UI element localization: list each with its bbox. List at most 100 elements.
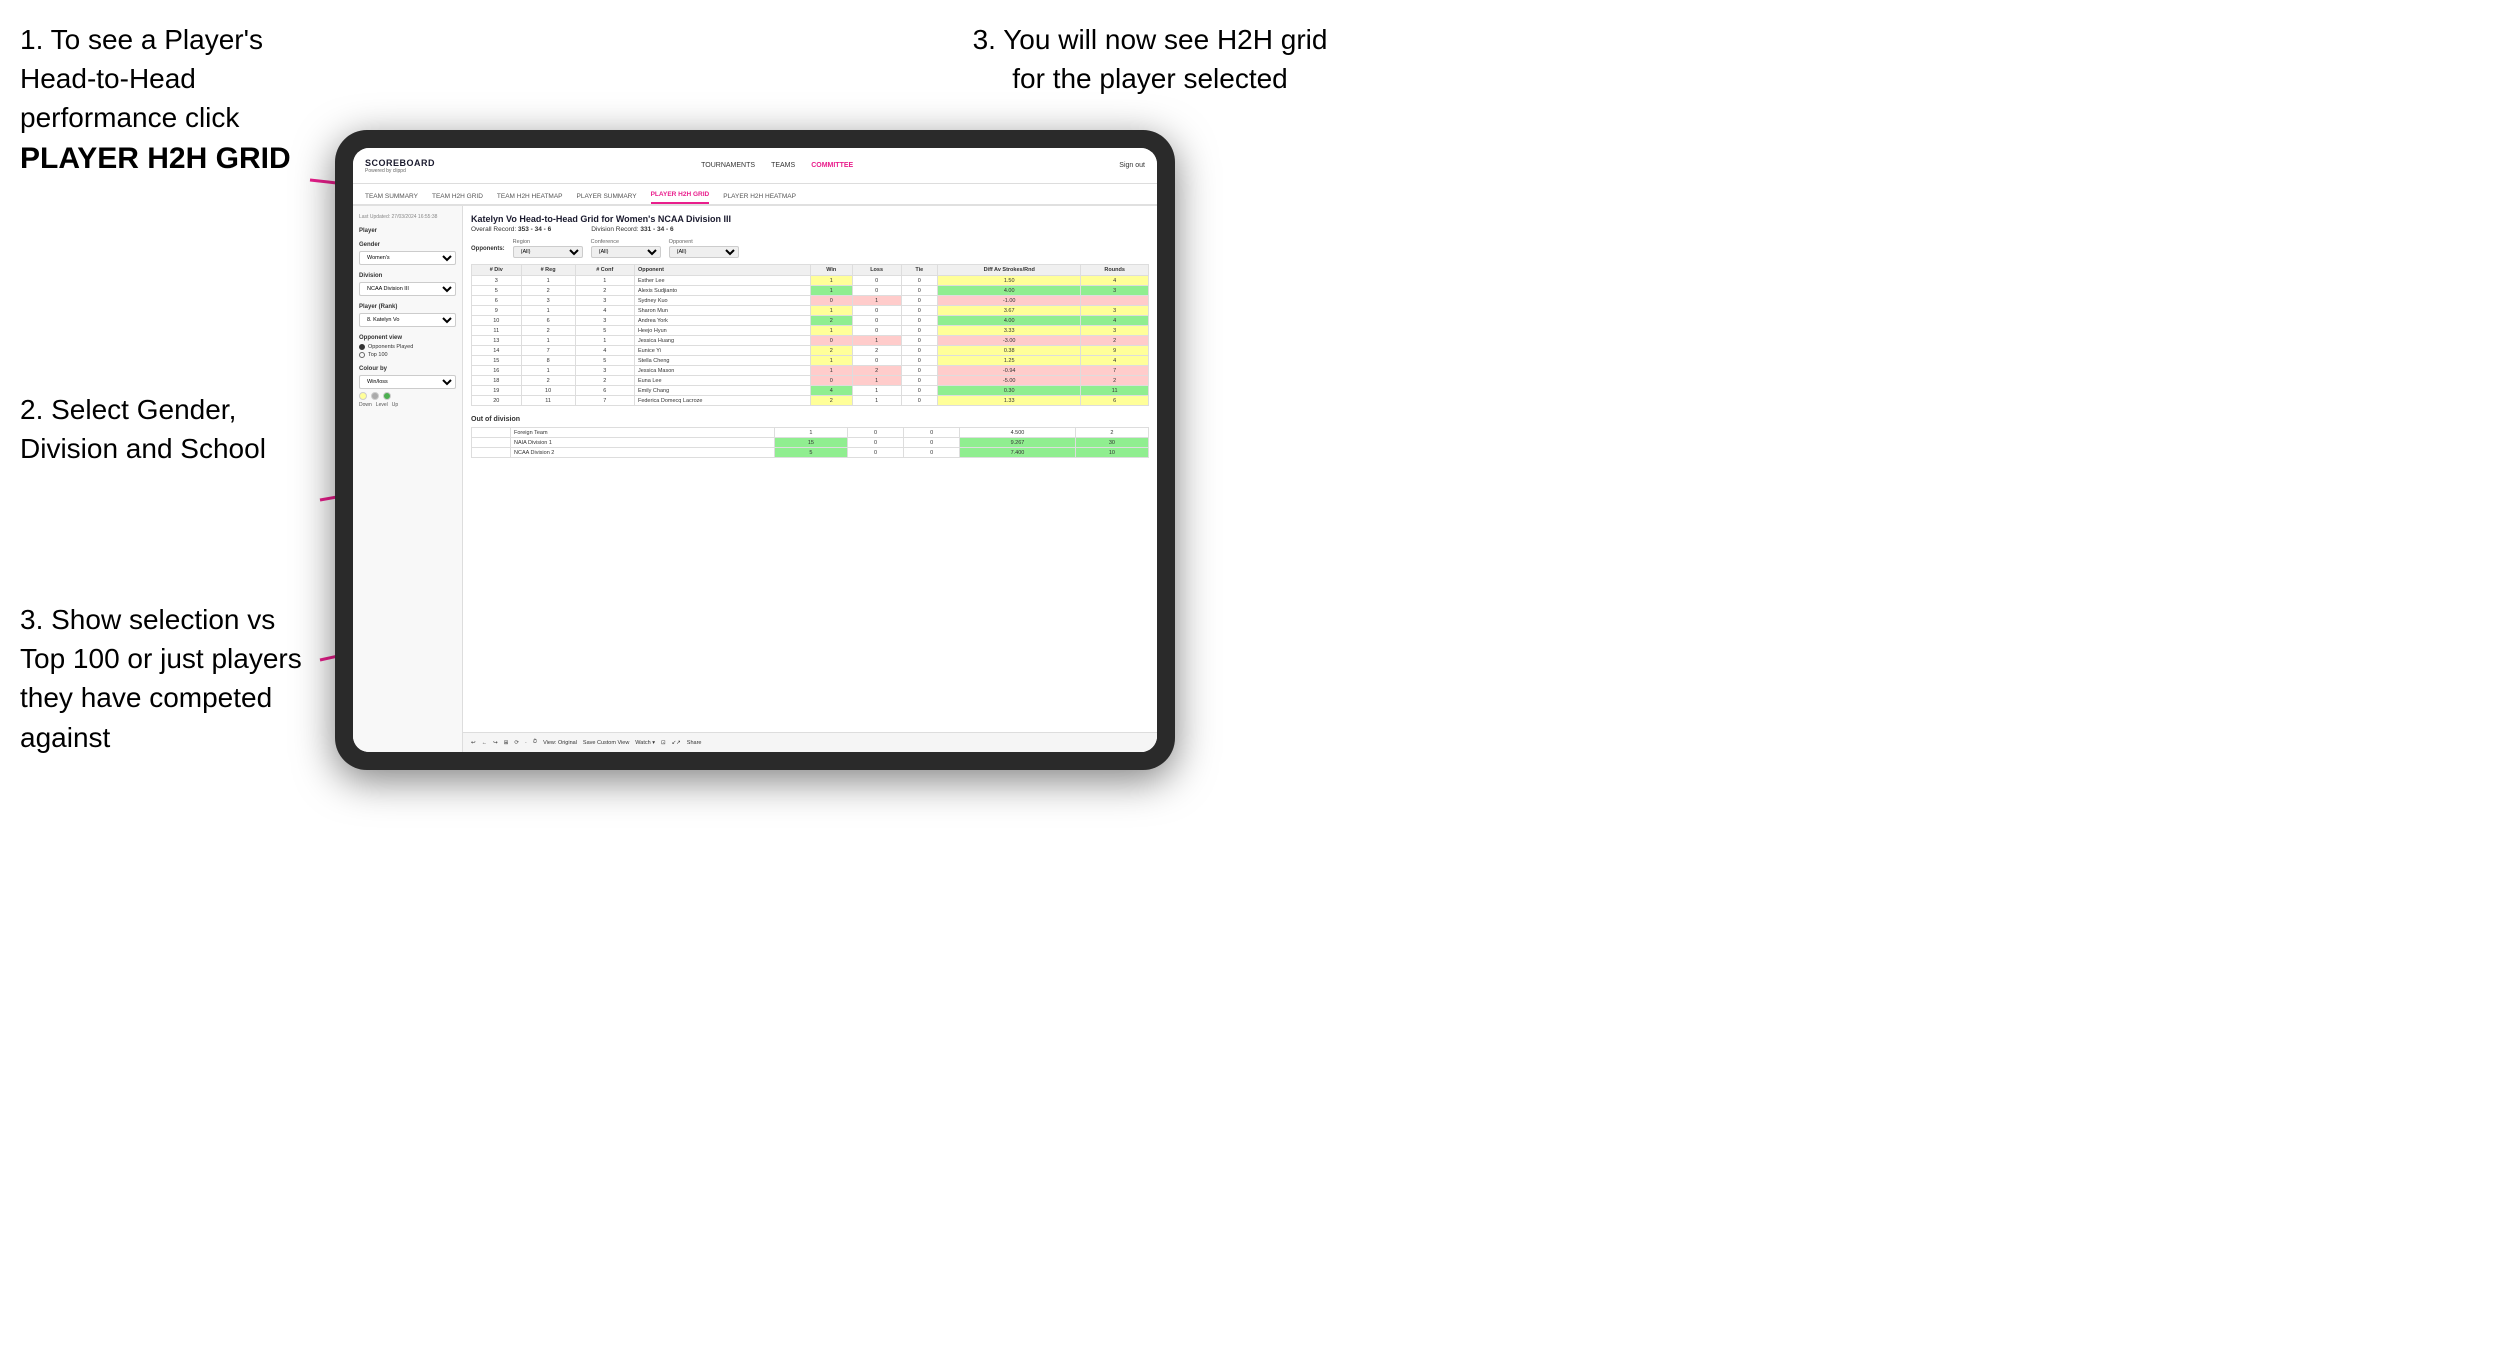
tablet-device: SCOREBOARD Powered by clippd TOURNAMENTS…	[335, 130, 1175, 770]
col-reg: # Reg	[521, 265, 575, 276]
sidebar-gender-section: Gender Women's	[359, 242, 456, 265]
sidebar-division-label: Division	[359, 273, 456, 279]
filter-region-select[interactable]: (All)	[513, 246, 583, 258]
instruction-3-top: 3. You will now see H2H grid for the pla…	[900, 20, 1400, 98]
footer-view-original[interactable]: View: Original	[543, 740, 577, 746]
filter-opponent: Opponent (All)	[669, 239, 739, 258]
table-row: 1585Stella Cheng1001.254	[472, 356, 1149, 366]
tablet-screen: SCOREBOARD Powered by clippd TOURNAMENTS…	[353, 148, 1157, 752]
sidebar-timestamp: Last Updated: 27/03/2024 16:55:38	[359, 214, 456, 220]
col-win: Win	[810, 265, 852, 276]
filter-opponent-select[interactable]: (All)	[669, 246, 739, 258]
main-content: Last Updated: 27/03/2024 16:55:38 Player…	[353, 206, 1157, 752]
nav-teams[interactable]: TEAMS	[771, 162, 795, 169]
sub-nav-team-h2h-heatmap[interactable]: TEAM H2H HEATMAP	[497, 193, 563, 204]
colour-dots	[359, 392, 456, 400]
sidebar-colour-section: Colour by Win/loss Down Level Up	[359, 366, 456, 408]
col-conf: # Conf	[575, 265, 634, 276]
col-loss: Loss	[852, 265, 901, 276]
colour-dot-up	[383, 392, 391, 400]
nav-tournaments[interactable]: TOURNAMENTS	[701, 162, 755, 169]
sidebar-gender-label: Gender	[359, 242, 456, 248]
grid-title: Katelyn Vo Head-to-Head Grid for Women's…	[471, 214, 1149, 224]
table-row: 1063Andrea York2004.004	[472, 316, 1149, 326]
colour-dot-down	[359, 392, 367, 400]
table-row: 20117Federica Domecq Lacroze2101.336	[472, 396, 1149, 406]
table-row: 1822Euna Lee010-5.002	[472, 376, 1149, 386]
footer-grid[interactable]: ⊞	[504, 740, 509, 746]
radio-group: Opponents Played Top 100	[359, 344, 456, 358]
sub-nav-team-summary[interactable]: TEAM SUMMARY	[365, 193, 418, 204]
footer-share[interactable]: Share	[687, 740, 702, 746]
grid-records: Overall Record: 353 - 34 - 6 Division Re…	[471, 226, 1149, 233]
table-row: 914Sharon Mun1003.673	[472, 306, 1149, 316]
radio-opponents-played[interactable]: Opponents Played	[359, 344, 456, 350]
logo-area: SCOREBOARD Powered by clippd	[365, 158, 435, 174]
instruction-3-left: 3. Show selection vs Top 100 or just pla…	[20, 600, 310, 757]
sidebar-player-section: Player	[359, 228, 456, 234]
col-diff: Diff Av Strokes/Rnd	[938, 265, 1081, 276]
grid-area: Katelyn Vo Head-to-Head Grid for Women's…	[463, 206, 1157, 752]
top-nav: SCOREBOARD Powered by clippd TOURNAMENTS…	[353, 148, 1157, 184]
sidebar-gender-select[interactable]: Women's	[359, 251, 456, 265]
colour-labels: Down Level Up	[359, 402, 456, 408]
nav-sign-out[interactable]: Sign out	[1119, 162, 1145, 169]
table-row: NCAA Division 25007.40010	[472, 448, 1149, 458]
footer-watch[interactable]: Watch ▾	[635, 740, 655, 746]
sidebar-player-rank-section: Player (Rank) 8. Katelyn Vo	[359, 304, 456, 327]
sidebar: Last Updated: 27/03/2024 16:55:38 Player…	[353, 206, 463, 752]
footer-undoredo[interactable]: ⟳	[514, 740, 519, 746]
sidebar-colour-label: Colour by	[359, 366, 456, 372]
table-row: 633Sydney Kuo010-1.00	[472, 296, 1149, 306]
footer-layout[interactable]: ⊡	[661, 740, 666, 746]
footer-redo[interactable]: ↪	[493, 740, 498, 746]
filter-region: Region (All)	[513, 239, 583, 258]
sub-nav-player-h2h-grid[interactable]: PLAYER H2H GRID	[651, 191, 710, 204]
sidebar-player-rank-select[interactable]: 8. Katelyn Vo	[359, 313, 456, 327]
sub-nav-player-summary[interactable]: PLAYER SUMMARY	[577, 193, 637, 204]
table-row: 1311Jessica Huang010-3.002	[472, 336, 1149, 346]
filter-row: Opponents: Region (All) Conference (All)…	[471, 239, 1149, 258]
sidebar-division-section: Division NCAA Division III	[359, 273, 456, 296]
colour-dot-level	[371, 392, 379, 400]
nav-committee[interactable]: COMMITTEE	[811, 162, 853, 169]
footer-fullscreen[interactable]: ↙↗	[672, 740, 681, 746]
sub-nav: TEAM SUMMARY TEAM H2H GRID TEAM H2H HEAT…	[353, 184, 1157, 206]
footer-dot[interactable]: ·	[525, 740, 527, 746]
logo-text: SCOREBOARD	[365, 158, 435, 168]
opponents-label: Opponents:	[471, 246, 505, 252]
sidebar-player-rank-label: Player (Rank)	[359, 304, 456, 310]
out-of-division-label: Out of division	[471, 416, 1149, 423]
table-row: 522Alexis Sudjianto1004.003	[472, 286, 1149, 296]
out-of-division-table: Foreign Team1004.5002NAIA Division 11500…	[471, 427, 1149, 458]
sub-nav-team-h2h-grid[interactable]: TEAM H2H GRID	[432, 193, 483, 204]
sub-nav-player-h2h-heatmap[interactable]: PLAYER H2H HEATMAP	[723, 193, 796, 204]
footer-clock[interactable]: ⏱	[533, 739, 537, 746]
filter-conference-select[interactable]: (All)	[591, 246, 661, 258]
sidebar-colour-select[interactable]: Win/loss	[359, 375, 456, 389]
col-opponent: Opponent	[634, 265, 810, 276]
footer-bar: ↩ ← ↪ ⊞ ⟳ · ⏱ View: Original Save Custom…	[463, 732, 1157, 752]
table-row: Foreign Team1004.5002	[472, 428, 1149, 438]
table-row: 1613Jessica Mason120-0.947	[472, 366, 1149, 376]
logo-sub: Powered by clippd	[365, 168, 435, 174]
filter-conference: Conference (All)	[591, 239, 661, 258]
instruction-2: 2. Select Gender, Division and School	[20, 390, 310, 468]
table-row: 1474Eunice Yi2200.389	[472, 346, 1149, 356]
nav-links: TOURNAMENTS TEAMS COMMITTEE	[701, 162, 853, 169]
table-row: 19106Emily Chang4100.3011	[472, 386, 1149, 396]
footer-save-custom[interactable]: Save Custom View	[583, 740, 629, 746]
table-row: 311Esther Lee1001.504	[472, 276, 1149, 286]
radio-dot-top100	[359, 352, 365, 358]
sidebar-division-select[interactable]: NCAA Division III	[359, 282, 456, 296]
overall-record: Overall Record: 353 - 34 - 6	[471, 226, 551, 233]
table-row: NAIA Division 115009.26730	[472, 438, 1149, 448]
sidebar-opponent-view-label: Opponent view	[359, 335, 456, 341]
instruction-1: 1. To see a Player's Head-to-Head perfor…	[20, 20, 310, 180]
sidebar-player-label: Player	[359, 228, 456, 234]
footer-back[interactable]: ←	[482, 740, 488, 746]
radio-top100[interactable]: Top 100	[359, 352, 456, 358]
col-rounds: Rounds	[1081, 265, 1149, 276]
col-tie: Tie	[901, 265, 938, 276]
footer-undo[interactable]: ↩	[471, 740, 476, 746]
